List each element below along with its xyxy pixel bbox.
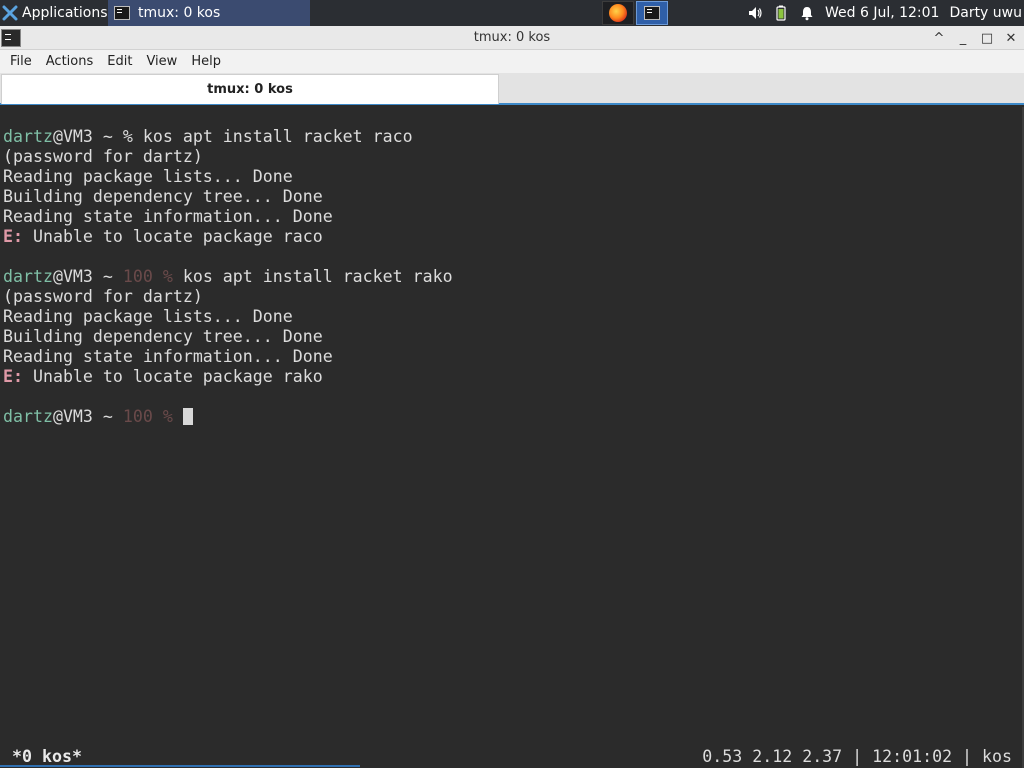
minimize-button[interactable]: _	[954, 28, 972, 48]
output-line: Reading package lists... Done	[3, 307, 293, 326]
output-line: Building dependency tree... Done	[3, 187, 323, 206]
battery-icon[interactable]	[773, 5, 789, 21]
prompt-user: dartz	[3, 267, 53, 286]
output-line: Reading state information... Done	[3, 207, 333, 226]
output-line: (password for dartz)	[3, 147, 203, 166]
tmux-window-list[interactable]: *0 kos*	[12, 747, 82, 767]
firefox-icon	[609, 4, 627, 22]
top-panel: Applications tmux: 0 kos Wed 6 Jul, 12:0…	[0, 0, 1024, 26]
user-name[interactable]: Darty uwu	[949, 5, 1022, 21]
shade-button[interactable]: ^	[930, 28, 948, 48]
close-button[interactable]: ✕	[1002, 28, 1020, 48]
output-line: Building dependency tree... Done	[3, 327, 323, 346]
notification-bell-icon[interactable]	[799, 5, 815, 21]
error-line: E: Unable to locate package rako	[3, 367, 323, 387]
window-title: tmux: 0 kos	[473, 30, 551, 45]
tmux-status-right: 0.53 2.12 2.37 | 12:01:02 | kos	[702, 747, 1012, 766]
prompt-line: dartz@VM3 ~ 100 %	[3, 407, 193, 427]
command-text: kos apt install racket raco	[142, 127, 413, 146]
prompt-host: @VM3 ~	[52, 127, 123, 146]
prompt-line: dartz@VM3 ~ % kos apt install racket rac…	[3, 127, 413, 147]
menu-file[interactable]: File	[3, 54, 39, 69]
taskbar-window-title: tmux: 0 kos	[138, 5, 221, 21]
menu-view[interactable]: View	[139, 54, 184, 69]
terminal-icon	[114, 6, 130, 20]
terminal-launcher[interactable]	[636, 1, 668, 25]
error-prefix: E:	[3, 367, 23, 386]
menu-actions[interactable]: Actions	[39, 54, 101, 69]
output-line: Reading package lists... Done	[3, 167, 293, 186]
prompt-exit-status: 100 %	[122, 407, 183, 426]
status-divider	[0, 765, 360, 767]
prompt-host: @VM3 ~	[52, 407, 123, 426]
menu-help[interactable]: Help	[184, 54, 228, 69]
xfce-logo-icon	[2, 5, 18, 21]
firefox-launcher[interactable]	[602, 1, 634, 25]
clock[interactable]: Wed 6 Jul, 12:01	[825, 5, 939, 21]
command-text: kos apt install racket rako	[182, 267, 453, 286]
output-line: Reading state information... Done	[3, 347, 333, 366]
taskbar-window-button[interactable]: tmux: 0 kos	[108, 0, 310, 26]
tab-bar: tmux: 0 kos	[0, 73, 1024, 105]
menu-edit[interactable]: Edit	[100, 54, 139, 69]
menu-bar: File Actions Edit View Help	[0, 50, 1024, 73]
system-tray: Wed 6 Jul, 12:01 Darty uwu	[747, 0, 1024, 26]
volume-icon[interactable]	[747, 5, 763, 21]
error-prefix: E:	[3, 227, 23, 246]
applications-label: Applications	[22, 5, 108, 21]
applications-menu-button[interactable]: Applications	[0, 0, 108, 26]
window-titlebar[interactable]: tmux: 0 kos ^ _ □ ✕	[0, 26, 1024, 50]
terminal-icon	[644, 6, 660, 20]
prompt-symbol: %	[122, 127, 143, 146]
tab-tmux[interactable]: tmux: 0 kos	[1, 74, 499, 104]
prompt-line: dartz@VM3 ~ 100 % kos apt install racket…	[3, 267, 453, 287]
output-line: (password for dartz)	[3, 287, 203, 306]
terminal-area[interactable]: dartz@VM3 ~ % kos apt install racket rac…	[0, 107, 1022, 768]
window-controls: ^ _ □ ✕	[930, 28, 1020, 48]
maximize-button[interactable]: □	[978, 28, 996, 48]
prompt-user: dartz	[3, 127, 53, 146]
prompt-user: dartz	[3, 407, 53, 426]
launcher-group	[602, 1, 668, 25]
prompt-host: @VM3 ~	[52, 267, 123, 286]
text-cursor	[182, 408, 193, 425]
error-message: Unable to locate package rako	[22, 367, 323, 386]
prompt-exit-status: 100 %	[122, 267, 183, 286]
error-message: Unable to locate package raco	[22, 227, 323, 246]
error-line: E: Unable to locate package raco	[3, 227, 323, 247]
